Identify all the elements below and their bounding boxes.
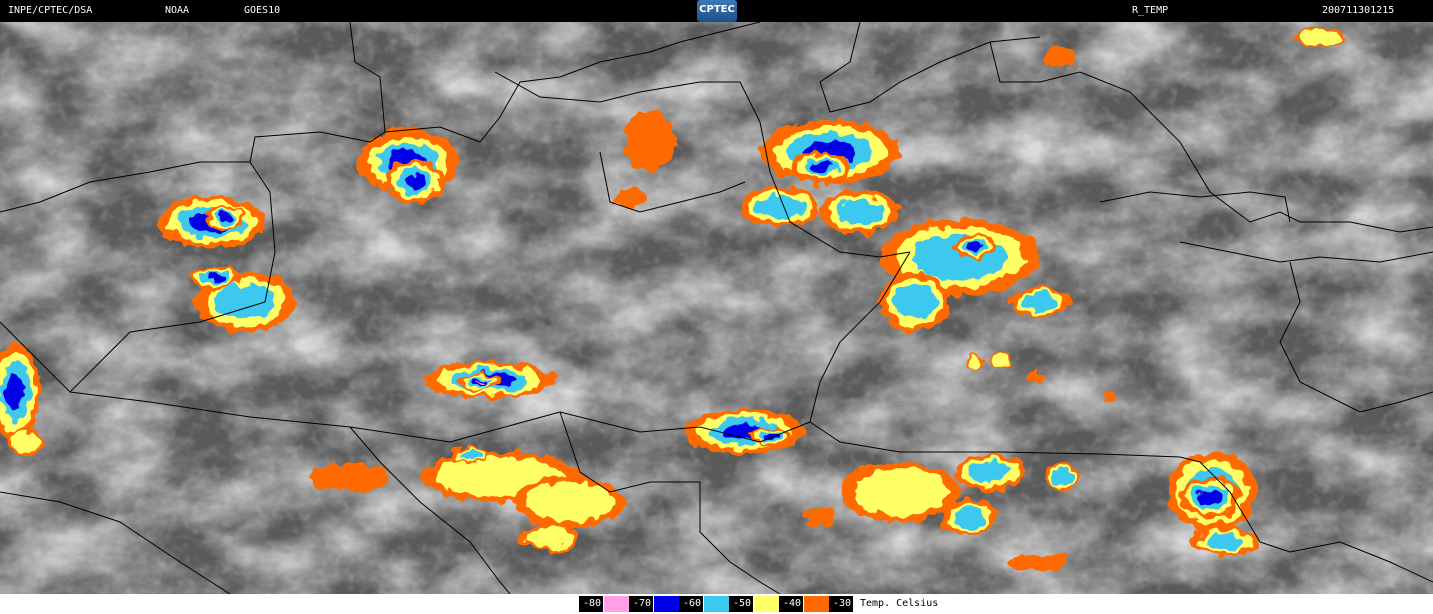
storm-cell-layer [894,284,936,320]
storm-cell-layer [459,449,481,459]
storm-cell-layer [310,463,390,491]
storm-cell-layer [1010,554,1070,570]
temperature-legend: -80 -70 -60 -50 -40 -30 Temp. Celsius [0,594,1433,614]
storm-cell-layer [5,373,25,411]
storm-cell-layer [1300,29,1340,45]
timestamp-label: 200711301215 [1322,5,1395,16]
storm-cell-layer [992,355,1008,369]
legend-label-minus40: -40 [779,596,803,612]
storm-cell-layer [805,507,835,527]
source-label: INPE/CPTEC/DSA [8,5,93,16]
storm-cell-layer [1045,47,1075,67]
storm-cell-layer [1027,371,1043,383]
storm-cell-layer [1102,391,1118,403]
storm-cell-layer [969,461,1011,483]
cptec-logo: CPTEC [697,0,737,22]
storm-cell-layer [852,468,948,516]
storm-cell-layer [808,161,832,173]
legend-swatch-minus80 [604,596,629,612]
storm-cell-layer [761,433,779,441]
legend-label-minus30: -30 [829,596,853,612]
storm-cell-layer [625,112,675,172]
legend-label-minus50: -50 [729,596,753,612]
storm-cell-layer [756,195,804,219]
storm-cell-layer [615,187,645,207]
storm-cell-layer [1051,469,1073,485]
agency-label: NOAA [165,5,190,16]
storm-cell-layer [205,272,225,282]
satellite-image [0,22,1433,594]
storm-cell-layer [836,198,884,226]
legend-title: Temp. Celsius [860,598,939,609]
satellite-label: GOES10 [244,5,281,16]
logo-text: CPTEC [699,4,735,15]
storm-cell-layer [1022,293,1058,311]
legend-swatch-minus60 [704,596,729,612]
product-label: R_TEMP [1132,5,1169,16]
storm-cell-layer [403,173,427,191]
storm-cell-layer [1198,489,1222,505]
storm-cell-layer [953,506,987,528]
legend-label-minus80: -80 [579,596,603,612]
legend-label-minus70: -70 [629,596,653,612]
storm-cell-layer [1204,533,1246,551]
storm-cell-layer [967,355,983,369]
legend-swatch-minus70 [654,596,679,612]
storm-cell-layer [526,525,574,549]
storm-cell-layer [966,242,984,252]
storm-cell-layer [10,432,40,452]
legend-swatch-minus50 [754,596,779,612]
legend-label-minus60: -60 [679,596,703,612]
storm-cell-layer [526,482,614,522]
legend-swatch-minus40 [804,596,829,612]
header-bar: INPE/CPTEC/DSA NOAA GOES10 CPTEC R_TEMP … [0,0,1433,22]
storm-cell-layer [217,212,233,222]
storm-cell-layer [477,380,483,384]
